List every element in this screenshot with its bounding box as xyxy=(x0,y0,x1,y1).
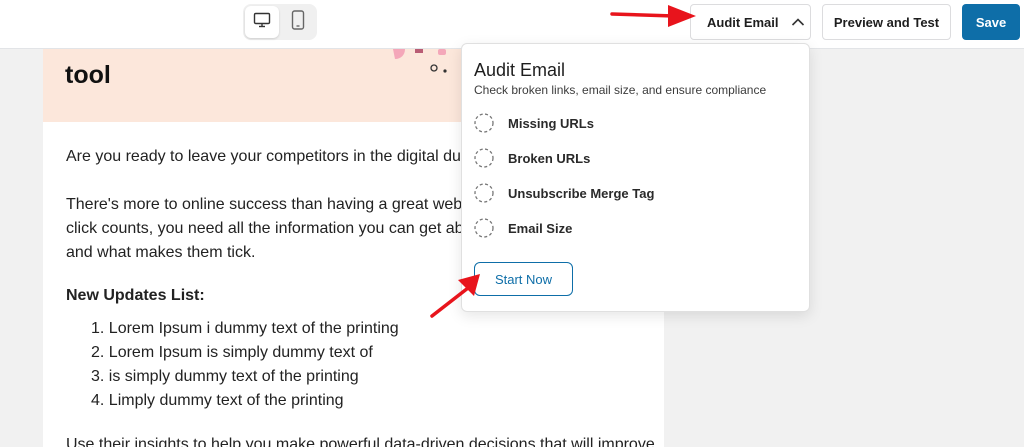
list-item: 3. is simply dummy text of the printing xyxy=(91,368,359,385)
start-now-button[interactable]: Start Now xyxy=(474,262,573,296)
paragraph-1: Are you ready to leave your competitors … xyxy=(66,148,474,165)
paragraph-2-line: and what makes them tick. xyxy=(66,244,256,261)
hero-illustration xyxy=(393,49,447,73)
preview-label: Preview and Test xyxy=(833,14,940,30)
audit-email-panel: Audit Email Check broken links, email si… xyxy=(461,43,810,312)
check-label: Unsubscribe Merge Tag xyxy=(508,185,655,201)
paragraph-2-line: There's more to online success than havi… xyxy=(66,196,474,213)
list-heading: New Updates List: xyxy=(66,287,205,304)
list-item: 4. Limply dummy text of the printing xyxy=(91,392,344,409)
paragraph-2: There's more to online success than havi… xyxy=(66,193,474,265)
chevron-up-icon xyxy=(791,15,805,30)
preview-and-test-button[interactable]: Preview and Test xyxy=(822,4,951,40)
mobile-view-button[interactable] xyxy=(281,6,315,38)
panel-subtitle: Check broken links, email size, and ensu… xyxy=(474,83,767,97)
desktop-view-button[interactable] xyxy=(245,6,279,38)
audit-email-label: Audit Email xyxy=(707,14,779,30)
check-label: Broken URLs xyxy=(508,150,591,166)
panel-title: Audit Email xyxy=(474,60,566,80)
mobile-icon xyxy=(291,9,305,35)
start-now-label: Start Now xyxy=(494,271,553,287)
check-label: Email Size xyxy=(508,220,573,236)
top-toolbar: Audit Email Preview and Test Save xyxy=(0,0,1024,49)
check-broken-urls: Broken URLs xyxy=(474,148,590,168)
check-missing-urls: Missing URLs xyxy=(474,113,594,133)
list-item: 2. Lorem Ipsum is simply dummy text of xyxy=(91,344,373,361)
pending-circle-icon xyxy=(474,113,494,133)
list-item: 1. Lorem Ipsum i dummy text of the print… xyxy=(91,320,399,337)
audit-email-button[interactable]: Audit Email xyxy=(690,4,811,40)
hero-title: tool xyxy=(65,61,111,89)
save-label: Save xyxy=(975,14,1007,30)
pending-circle-icon xyxy=(474,183,494,203)
device-toggle xyxy=(243,4,317,40)
paragraph-3: Use their insights to help you make powe… xyxy=(66,436,655,447)
desktop-icon xyxy=(253,11,271,34)
pending-circle-icon xyxy=(474,148,494,168)
pending-circle-icon xyxy=(474,218,494,238)
check-label: Missing URLs xyxy=(508,115,594,131)
updates-list: 1. Lorem Ipsum i dummy text of the print… xyxy=(91,317,399,413)
save-button[interactable]: Save xyxy=(962,4,1020,40)
check-unsubscribe-merge-tag: Unsubscribe Merge Tag xyxy=(474,183,654,203)
check-email-size: Email Size xyxy=(474,218,572,238)
paragraph-2-line: click counts, you need all the informati… xyxy=(66,220,473,237)
